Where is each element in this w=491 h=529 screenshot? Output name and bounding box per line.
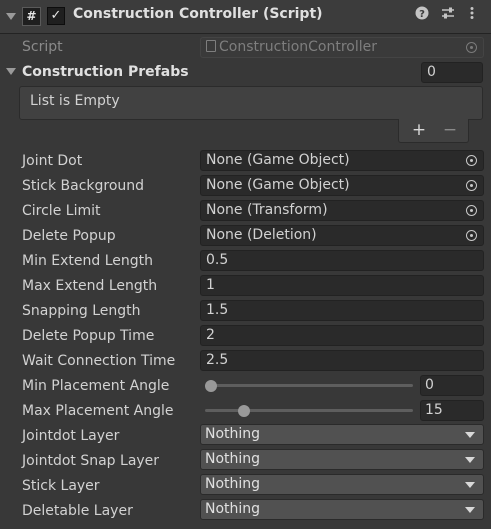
circle-limit-label: Circle Limit <box>22 203 101 219</box>
stick-layer-dropdown[interactable]: Nothing <box>200 474 484 495</box>
joint-dot-value: None (Game Object) <box>206 152 350 168</box>
jointdot-snap-layer-dropdown[interactable]: Nothing <box>200 449 484 470</box>
max-placement-angle-field[interactable]: 15 <box>420 400 484 421</box>
stick-background-label: Stick Background <box>22 178 145 194</box>
jointdot-snap-layer-label: Jointdot Snap Layer <box>22 453 160 469</box>
jointdot-layer-value: Nothing <box>205 426 261 442</box>
max-placement-angle-thumb[interactable] <box>238 405 251 417</box>
wait-connection-time-field[interactable]: 2.5 <box>200 350 484 371</box>
script-asset-icon <box>206 40 216 52</box>
min-extend-length-label: Min Extend Length <box>22 253 154 269</box>
circle-limit-field[interactable]: None (Transform) <box>200 200 484 221</box>
delete-popup-field[interactable]: None (Deletion) <box>200 225 484 246</box>
enabled-checkbox[interactable]: ✓ <box>47 7 65 25</box>
object-picker-icon[interactable] <box>466 230 477 241</box>
stick-layer-value: Nothing <box>205 476 261 492</box>
max-placement-angle-track[interactable] <box>205 409 413 412</box>
dropdown-arrow-icon <box>465 507 475 513</box>
joint-dot-label: Joint Dot <box>22 153 83 169</box>
script-label: Script <box>22 39 63 55</box>
deletable-layer-value: Nothing <box>205 501 261 517</box>
svg-text:?: ? <box>419 9 425 20</box>
add-element-button[interactable]: + <box>404 119 434 141</box>
object-picker-icon[interactable] <box>466 205 477 216</box>
component-header[interactable]: # ✓ Construction Controller (Script) ? <box>0 0 491 34</box>
preset-icon[interactable] <box>440 6 456 24</box>
dropdown-arrow-icon <box>465 457 475 463</box>
dropdown-arrow-icon <box>465 482 475 488</box>
foldout-arrow-icon[interactable] <box>6 13 16 20</box>
deletable-layer-label: Deletable Layer <box>22 503 133 519</box>
stick-background-field[interactable]: None (Game Object) <box>200 175 484 196</box>
delete-popup-label: Delete Popup <box>22 228 116 244</box>
max-extend-length-field[interactable]: 1 <box>200 275 484 296</box>
script-value: ConstructionController <box>219 39 378 55</box>
remove-element-button[interactable]: − <box>435 119 465 141</box>
list-footer: + − <box>398 119 469 143</box>
component-title: Construction Controller (Script) <box>73 6 323 22</box>
snapping-length-label: Snapping Length <box>22 303 141 319</box>
kebab-menu-icon[interactable] <box>464 6 480 24</box>
jointdot-layer-dropdown[interactable]: Nothing <box>200 424 484 445</box>
prefabs-foldout-icon[interactable] <box>6 68 16 75</box>
delete-popup-time-field[interactable]: 2 <box>200 325 484 346</box>
min-placement-angle-thumb[interactable] <box>205 380 217 392</box>
circle-limit-value: None (Transform) <box>206 202 328 218</box>
object-picker-icon[interactable] <box>466 180 477 191</box>
delete-popup-time-label: Delete Popup Time <box>22 328 155 344</box>
min-extend-length-field[interactable]: 0.5 <box>200 250 484 271</box>
prefabs-count-field[interactable]: 0 <box>421 62 483 83</box>
snapping-length-field[interactable]: 1.5 <box>200 300 484 321</box>
max-placement-angle-label: Max Placement Angle <box>22 403 174 419</box>
min-placement-angle-track[interactable] <box>205 384 413 387</box>
joint-dot-field[interactable]: None (Game Object) <box>200 150 484 171</box>
jointdot-layer-label: Jointdot Layer <box>22 428 120 444</box>
wait-connection-time-label: Wait Connection Time <box>22 353 176 369</box>
dropdown-arrow-icon <box>465 432 475 438</box>
delete-popup-value: None (Deletion) <box>206 227 317 243</box>
prefabs-label[interactable]: Construction Prefabs <box>22 60 189 84</box>
help-icon[interactable]: ? <box>414 6 430 24</box>
max-extend-length-label: Max Extend Length <box>22 278 158 294</box>
stick-layer-label: Stick Layer <box>22 478 100 494</box>
object-picker-icon[interactable] <box>466 155 477 166</box>
stick-background-value: None (Game Object) <box>206 177 350 193</box>
deletable-layer-dropdown[interactable]: Nothing <box>200 499 484 520</box>
list-empty-text: List is Empty <box>30 93 120 109</box>
script-icon: # <box>22 7 41 26</box>
jointdot-snap-layer-value: Nothing <box>205 451 261 467</box>
prefabs-list: List is Empty <box>19 86 483 120</box>
script-field[interactable]: ConstructionController <box>200 37 484 58</box>
min-placement-angle-label: Min Placement Angle <box>22 378 170 394</box>
min-placement-angle-field[interactable]: 0 <box>420 375 484 396</box>
object-picker-icon[interactable] <box>466 42 477 53</box>
